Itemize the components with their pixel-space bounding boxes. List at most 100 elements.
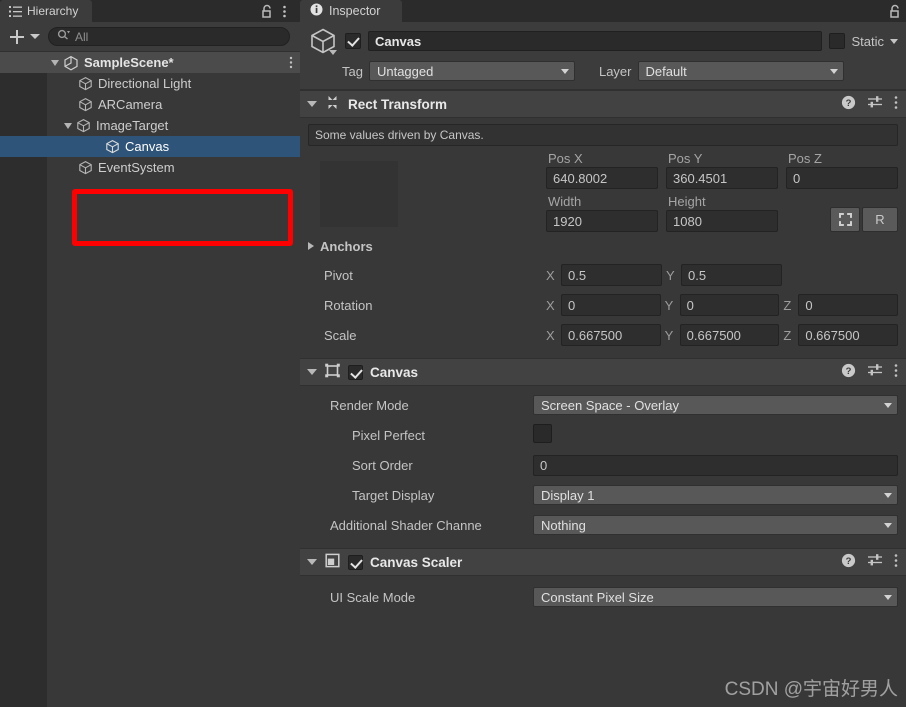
info-icon [310,3,323,19]
ui-scale-mode-label: UI Scale Mode [330,589,416,605]
rect-transform-icon [324,94,341,114]
pos-x-input[interactable]: 640.8002 [546,167,658,189]
raw-edit-label: R [875,212,885,227]
gameobject-cube-icon[interactable] [308,26,338,56]
canvas-scaler-title: Canvas Scaler [370,554,463,570]
canvas-enabled-checkbox[interactable] [348,364,363,380]
canvas-icon [324,362,341,382]
tab-hierarchy-label: Hierarchy [27,4,79,18]
target-display-dropdown[interactable]: Display 1 [533,485,898,505]
rotation-y-input[interactable]: 0 [679,294,780,316]
hierarchy-item-label: ImageTarget [96,118,169,133]
create-gameobject-button[interactable] [6,27,28,47]
kebab-menu-icon[interactable] [894,363,898,381]
render-mode-dropdown[interactable]: Screen Space - Overlay [533,395,898,415]
chevron-down-icon[interactable] [307,369,317,375]
help-icon[interactable]: ? [841,363,856,381]
hierarchy-item-arcamera[interactable]: ARCamera [0,94,300,115]
chevron-down-icon[interactable] [307,559,317,565]
scale-z-input[interactable]: 0.667500 [798,324,899,346]
chevron-right-icon[interactable] [308,242,314,250]
hierarchy-scene-row[interactable]: SampleScene* [0,52,300,73]
kebab-menu-icon[interactable] [282,4,296,19]
rotation-y-value: 0 [686,297,694,313]
anchor-preset-widget[interactable] [320,161,398,227]
hierarchy-toolbar: All [0,22,300,52]
hierarchy-item-eventsystem[interactable]: EventSystem [0,157,300,178]
driven-values-text: Some values driven by Canvas. [315,128,484,142]
inspector-panel: Inspector Canvas Static Tag Untagged Lay… [300,0,906,707]
kebab-menu-icon[interactable] [894,553,898,571]
canvas-scaler-enabled-checkbox[interactable] [348,554,363,570]
hierarchy-item-imagetarget[interactable]: ImageTarget [0,115,300,136]
chevron-down-icon[interactable] [51,59,59,66]
chevron-down-icon[interactable] [64,122,72,129]
svg-text:?: ? [846,366,852,377]
additional-shader-channels-label: Additional Shader Channe [330,517,482,533]
svg-text:?: ? [846,98,852,109]
rotation-z-value: 0 [805,297,813,313]
kebab-menu-icon[interactable] [894,95,898,113]
rect-transform-header[interactable]: Rect Transform ? [300,90,906,118]
raw-edit-mode-button[interactable]: R [862,207,898,232]
chevron-down-icon[interactable] [307,101,317,107]
pivot-x-input[interactable]: 0.5 [561,264,662,286]
red-annotation-rectangle [72,189,293,246]
chevron-down-icon [884,594,892,600]
scale-x-value: 0.667500 [568,327,623,343]
rot-y-axis-label: Y [664,297,674,313]
hierarchy-item-directional-light[interactable]: Directional Light [0,73,300,94]
target-display-label: Target Display [352,487,435,503]
canvas-header[interactable]: Canvas ? [300,358,906,386]
help-icon[interactable]: ? [841,553,856,571]
preset-settings-icon[interactable] [867,95,883,113]
sort-order-input[interactable]: 0 [533,454,898,476]
layer-dropdown[interactable]: Default [637,61,844,81]
chevron-down-icon[interactable] [30,34,40,39]
pos-x-value: 640.8002 [553,170,608,186]
preset-settings-icon[interactable] [867,363,883,381]
lock-open-icon[interactable] [260,4,274,19]
anchors-foldout-row[interactable]: Anchors [308,232,898,260]
hierarchy-item-canvas[interactable]: Canvas [0,136,300,157]
preset-settings-icon[interactable] [867,553,883,571]
pivot-y-axis-label: Y [666,267,675,283]
pos-z-input[interactable]: 0 [786,167,898,189]
additional-shader-channels-dropdown[interactable]: Nothing [533,515,898,535]
hierarchy-item-label: ARCamera [98,97,163,112]
gameobject-name-field[interactable]: Canvas [368,31,823,51]
ui-scale-mode-dropdown[interactable]: Constant Pixel Size [533,587,898,607]
scale-y-value: 0.667500 [686,327,741,343]
pixel-perfect-checkbox[interactable] [533,424,552,443]
static-checkbox[interactable] [829,33,846,49]
rotation-x-input[interactable]: 0 [561,294,661,316]
canvas-scaler-header[interactable]: Canvas Scaler ? [300,548,906,576]
search-input[interactable]: All [48,27,290,46]
chevron-down-icon[interactable] [329,50,337,55]
chevron-down-icon[interactable] [890,38,898,44]
gameobject-enabled-checkbox[interactable] [345,33,361,49]
scale-label: Scale [324,327,357,343]
chevron-down-icon [884,522,892,528]
tab-hierarchy[interactable]: Hierarchy [0,0,93,22]
kebab-menu-icon[interactable] [289,56,293,72]
blueprint-mode-button[interactable] [830,207,860,232]
static-label: Static [851,33,884,49]
pivot-y-input[interactable]: 0.5 [681,264,782,286]
search-input-placeholder: All [75,29,89,44]
rotation-z-input[interactable]: 0 [798,294,899,316]
tag-dropdown[interactable]: Untagged [368,61,575,81]
chevron-down-icon [829,68,838,74]
width-input[interactable]: 1920 [546,210,658,232]
tab-inspector[interactable]: Inspector [300,0,403,22]
height-value: 1080 [673,213,702,229]
help-icon[interactable]: ? [841,95,856,113]
pivot-x-value: 0.5 [568,267,587,283]
scale-x-input[interactable]: 0.667500 [561,324,661,346]
height-input[interactable]: 1080 [666,210,778,232]
lock-open-icon[interactable] [888,4,902,19]
pos-y-input[interactable]: 360.4501 [666,167,778,189]
rot-x-axis-label: X [546,297,555,313]
scale-y-input[interactable]: 0.667500 [679,324,780,346]
tab-inspector-label: Inspector [329,4,381,18]
